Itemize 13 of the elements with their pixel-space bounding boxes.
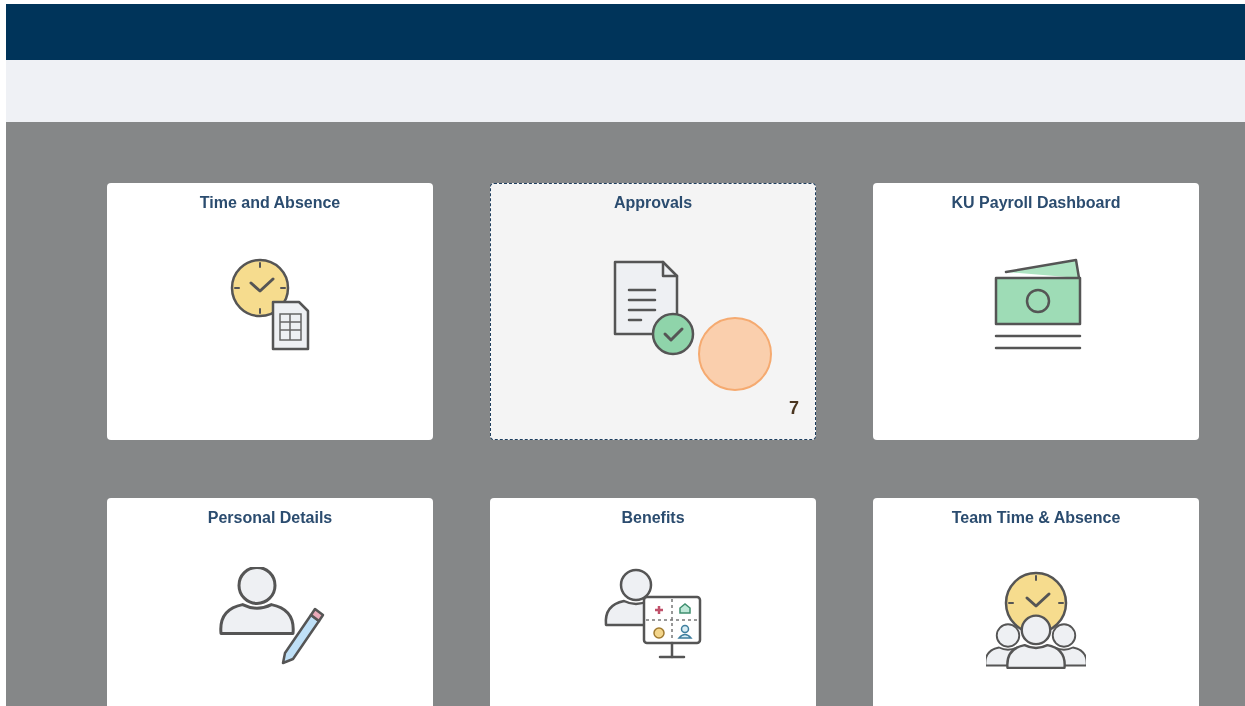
tile-title: Benefits <box>621 508 685 528</box>
tile-title: Approvals <box>613 193 693 213</box>
tile-title: Personal Details <box>207 508 333 528</box>
app-tile[interactable]: Personal Details <box>107 498 433 706</box>
tile-title: KU Payroll Dashboard <box>951 193 1121 213</box>
app-tile[interactable]: KU Payroll Dashboard <box>873 183 1199 440</box>
app-tile[interactable]: Approvals 7 <box>490 183 816 440</box>
app-tile[interactable]: Benefits <box>490 498 816 706</box>
app-tile[interactable]: Time and Absence <box>107 183 433 440</box>
app-tile[interactable]: Team Time & Absence <box>873 498 1199 706</box>
tile-title: Time and Absence <box>199 193 341 213</box>
tile-title: Team Time & Absence <box>951 508 1121 528</box>
item-count: 7 <box>789 398 799 419</box>
